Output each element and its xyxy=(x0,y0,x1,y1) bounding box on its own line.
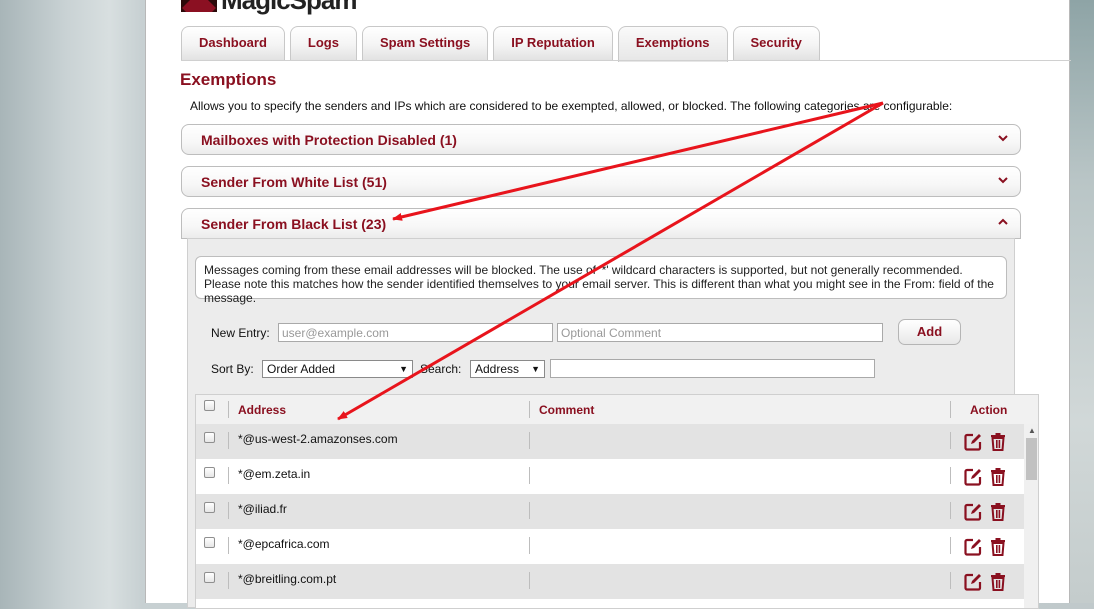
row-checkbox[interactable] xyxy=(204,537,215,548)
sort-by-select[interactable]: Order Added ▼ xyxy=(262,360,413,378)
column-divider xyxy=(529,401,530,418)
section-label: Sender From White List (51) xyxy=(201,174,387,190)
table-header: Address Comment Action xyxy=(196,395,1038,424)
trash-icon[interactable] xyxy=(988,572,1008,592)
new-entry-label: New Entry: xyxy=(211,326,270,340)
column-divider xyxy=(529,537,530,554)
scrollbar-thumb[interactable] xyxy=(1026,438,1037,480)
table-row: *@em.zeta.in xyxy=(196,459,1024,494)
trash-icon[interactable] xyxy=(988,537,1008,557)
trash-icon[interactable] xyxy=(988,467,1008,487)
edit-icon[interactable] xyxy=(963,432,983,452)
section-label: Mailboxes with Protection Disabled (1) xyxy=(201,132,457,148)
column-header-action: Action xyxy=(970,403,1008,417)
tab-spam-settings[interactable]: Spam Settings xyxy=(361,26,489,60)
column-divider xyxy=(228,537,229,554)
column-divider xyxy=(529,572,530,589)
chevron-down-icon xyxy=(998,173,1008,187)
row-checkbox[interactable] xyxy=(204,572,215,583)
column-divider xyxy=(529,432,530,449)
column-divider xyxy=(228,432,229,449)
search-label: Search: xyxy=(420,362,462,376)
column-divider xyxy=(950,401,951,418)
logo-text: MagicSpam xyxy=(221,0,357,15)
chevron-up-icon xyxy=(998,215,1008,229)
section-label: Sender From Black List (23) xyxy=(201,216,387,232)
edit-icon[interactable] xyxy=(963,467,983,487)
tab-divider xyxy=(181,60,1071,61)
edit-icon[interactable] xyxy=(963,572,983,592)
app-logo: MagicSpam xyxy=(181,0,357,15)
tab-security[interactable]: Security xyxy=(732,26,820,60)
search-input[interactable] xyxy=(550,359,875,378)
search-field-select[interactable]: Address ▼ xyxy=(470,360,545,378)
edit-icon[interactable] xyxy=(963,502,983,522)
search-field-value: Address xyxy=(475,362,520,376)
dropdown-arrow-icon: ▼ xyxy=(399,364,408,374)
add-button[interactable]: Add xyxy=(898,319,961,345)
dropdown-arrow-icon: ▼ xyxy=(531,364,540,374)
column-divider xyxy=(950,572,951,589)
section-sender-white-list[interactable]: Sender From White List (51) xyxy=(181,166,1021,197)
column-header-comment[interactable]: Comment xyxy=(539,403,594,417)
column-divider xyxy=(228,572,229,589)
scroll-up-icon[interactable]: ▲ xyxy=(1028,426,1036,435)
column-divider xyxy=(950,467,951,484)
table-row: *@iliad.fr xyxy=(196,494,1024,529)
row-address: *@em.zeta.in xyxy=(238,467,311,481)
main-page: MagicSpam Dashboard Logs Spam Settings I… xyxy=(145,0,1071,609)
tab-bar: Dashboard Logs Spam Settings IP Reputati… xyxy=(181,26,825,62)
tab-ip-reputation[interactable]: IP Reputation xyxy=(493,26,613,60)
table-row: *@breitling.com.pt xyxy=(196,564,1024,599)
row-checkbox[interactable] xyxy=(204,502,215,513)
sort-by-value: Order Added xyxy=(267,362,336,376)
comment-input[interactable]: Optional Comment xyxy=(557,323,883,342)
black-list-note: Messages coming from these email address… xyxy=(195,256,1007,305)
column-divider xyxy=(529,467,530,484)
trash-icon[interactable] xyxy=(988,432,1008,452)
column-divider xyxy=(228,467,229,484)
chevron-down-icon xyxy=(998,131,1008,145)
column-header-address[interactable]: Address xyxy=(238,403,286,417)
table-scrollbar[interactable]: ▲ xyxy=(1024,424,1038,608)
trash-icon[interactable] xyxy=(988,502,1008,522)
section-sender-black-list[interactable]: Sender From Black List (23) xyxy=(181,208,1021,239)
black-list-table: Address Comment Action *@us-west-2.amazo… xyxy=(195,394,1039,609)
section-mailboxes-protection-disabled[interactable]: Mailboxes with Protection Disabled (1) xyxy=(181,124,1021,155)
row-address: *@epcafrica.com xyxy=(238,537,330,551)
column-divider xyxy=(228,502,229,519)
table-row: *@epcafrica.com xyxy=(196,529,1024,564)
column-divider xyxy=(529,502,530,519)
row-address: *@iliad.fr xyxy=(238,502,287,516)
row-address: *@us-west-2.amazonses.com xyxy=(238,432,398,446)
page-description: Allows you to specify the senders and IP… xyxy=(190,99,953,113)
column-divider xyxy=(950,432,951,449)
background-right xyxy=(1070,0,1094,603)
sort-by-label: Sort By: xyxy=(211,362,254,376)
edit-icon[interactable] xyxy=(963,537,983,557)
column-divider xyxy=(950,537,951,554)
tab-dashboard[interactable]: Dashboard xyxy=(181,26,285,60)
tab-exemptions[interactable]: Exemptions xyxy=(617,26,728,62)
table-row: *@us-west-2.amazonses.com xyxy=(196,424,1024,459)
row-checkbox[interactable] xyxy=(204,467,215,478)
select-all-checkbox[interactable] xyxy=(204,400,215,411)
tab-logs[interactable]: Logs xyxy=(289,26,357,60)
page-title: Exemptions xyxy=(180,70,277,89)
row-checkbox[interactable] xyxy=(204,432,215,443)
row-address: *@breitling.com.pt xyxy=(238,572,337,586)
logo-mark-icon xyxy=(181,0,217,12)
column-divider xyxy=(228,401,229,418)
new-entry-input[interactable]: user@example.com xyxy=(278,323,553,342)
column-divider xyxy=(950,502,951,519)
black-list-panel: Messages coming from these email address… xyxy=(187,238,1039,609)
